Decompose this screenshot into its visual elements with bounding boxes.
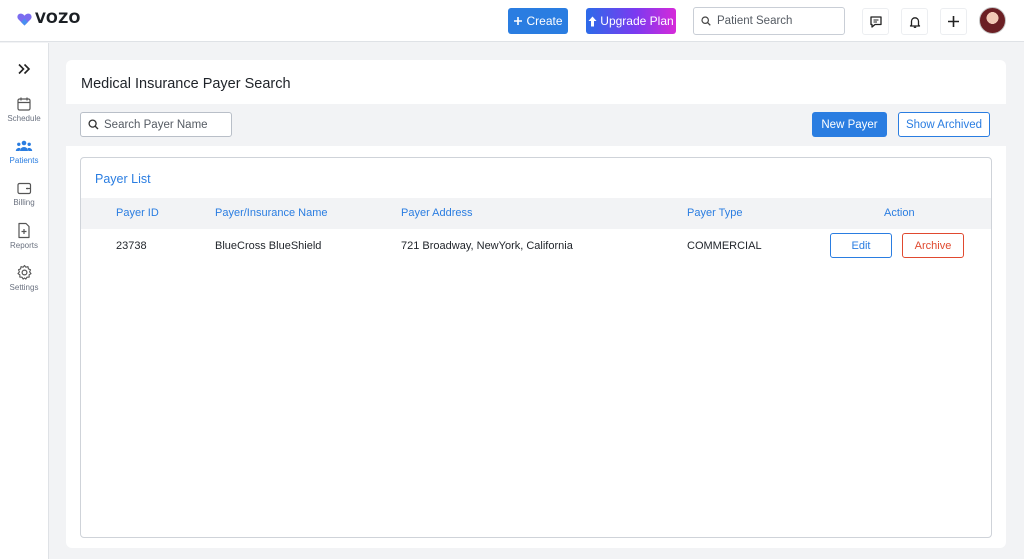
payer-list-panel: Payer List Payer ID Payer/Insurance Name… [80, 157, 992, 538]
brand-name: VOZO [35, 11, 81, 27]
arrow-up-icon [588, 16, 597, 26]
sidebar-item-billing[interactable]: Billing [0, 180, 48, 207]
payer-search-input[interactable] [104, 118, 229, 131]
message-icon [869, 15, 882, 28]
report-icon [18, 222, 30, 239]
payer-search-card: Medical Insurance Payer Search New Payer… [66, 60, 1006, 548]
sidebar-item-settings[interactable]: Settings [0, 264, 48, 292]
double-chevron-right-icon [18, 63, 31, 75]
calendar-icon [17, 97, 31, 111]
sidebar-item-label: Reports [9, 241, 38, 250]
logo[interactable]: VOZO [17, 11, 81, 27]
page-title: Medical Insurance Payer Search [81, 76, 291, 92]
payer-list-title: Payer List [95, 172, 151, 186]
payer-name-cell: BlueCross BlueShield [215, 240, 322, 252]
plus-icon [948, 16, 959, 27]
bell-icon [909, 16, 920, 28]
sidebar-expand-button[interactable] [14, 60, 34, 78]
messages-button[interactable] [862, 8, 889, 35]
column-header-payer-name: Payer/Insurance Name [215, 207, 328, 219]
create-button[interactable]: Create [508, 8, 568, 34]
sidebar-item-schedule[interactable]: Schedule [0, 96, 48, 123]
show-archived-button[interactable]: Show Archived [898, 112, 990, 137]
patient-search-input[interactable] [717, 15, 837, 27]
sidebar-item-label: Billing [13, 198, 35, 207]
create-button-label: Create [526, 14, 563, 28]
top-bar: VOZO Create Upgrade Plan [0, 0, 1024, 42]
payer-type-cell: COMMERCIAL [687, 240, 762, 252]
sidebar-item-reports[interactable]: Reports [0, 222, 48, 250]
new-payer-button[interactable]: New Payer [812, 112, 887, 137]
search-icon [88, 119, 99, 130]
sidebar-item-label: Settings [9, 283, 39, 292]
column-header-payer-address: Payer Address [401, 207, 473, 219]
table-row: 23738 BlueCross BlueShield 721 Broadway,… [81, 229, 991, 265]
gear-icon [16, 264, 32, 280]
sidebar-item-patients[interactable]: Patients [0, 138, 48, 165]
user-avatar[interactable] [979, 7, 1006, 34]
patient-search-field[interactable] [693, 7, 845, 35]
archive-button[interactable]: Archive [902, 233, 964, 258]
wallet-icon [17, 182, 32, 195]
sidebar: Schedule Patients Billing Reports Settin… [0, 43, 49, 559]
table-header: Payer ID Payer/Insurance Name Payer Addr… [81, 198, 991, 229]
sidebar-item-label: Schedule [7, 114, 41, 123]
add-button[interactable] [940, 8, 967, 35]
payer-id-cell: 23738 [116, 240, 147, 252]
payer-search-field[interactable] [80, 112, 232, 137]
users-icon [15, 140, 33, 151]
column-header-payer-id: Payer ID [116, 207, 159, 219]
search-icon [701, 16, 711, 26]
upgrade-plan-label: Upgrade Plan [600, 14, 674, 28]
column-header-payer-type: Payer Type [687, 207, 743, 219]
sidebar-item-label: Patients [9, 156, 39, 165]
column-header-action: Action [884, 207, 915, 219]
heart-logo-icon [17, 13, 32, 25]
edit-button[interactable]: Edit [830, 233, 892, 258]
plus-icon [514, 17, 523, 25]
upgrade-plan-button[interactable]: Upgrade Plan [586, 8, 676, 34]
notifications-button[interactable] [901, 8, 928, 35]
payer-address-cell: 721 Broadway, NewYork, California [401, 240, 573, 252]
filter-bar: New Payer Show Archived [66, 104, 1006, 146]
